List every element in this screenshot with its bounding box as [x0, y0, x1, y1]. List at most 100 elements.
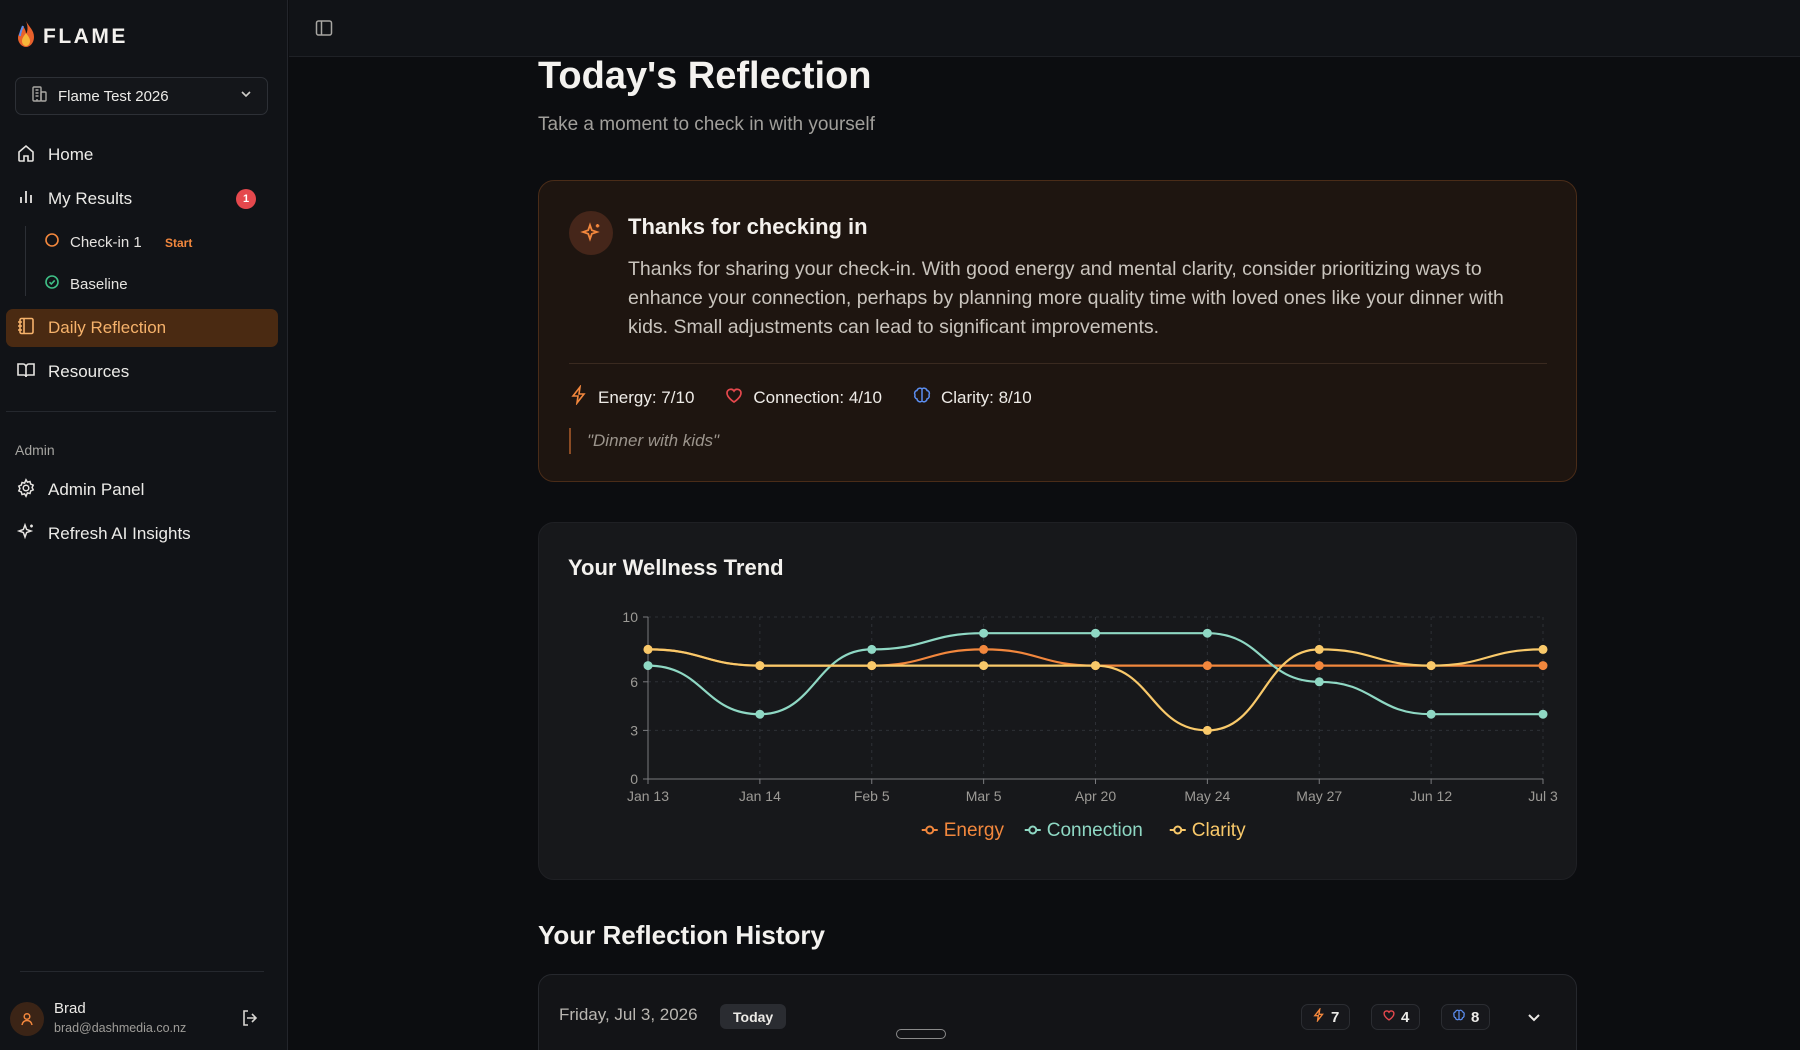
avatar[interactable] — [10, 1002, 44, 1036]
legend-label: Clarity — [1192, 820, 1246, 841]
sidebar-item-label: Daily Reflection — [48, 318, 167, 337]
history-title: Your Reflection History — [538, 920, 826, 950]
connection-metric: Connection: 4/10 — [724, 385, 882, 410]
sidebar-item-daily-reflection[interactable]: Daily Reflection — [6, 309, 278, 347]
building-icon — [30, 85, 48, 107]
data-point-connection — [1538, 709, 1548, 719]
bar-chart-icon — [16, 187, 36, 212]
legend-marker — [1028, 825, 1038, 835]
brain-icon — [912, 385, 932, 410]
insight-title: Thanks for checking in — [628, 214, 868, 239]
brain-icon — [1452, 1008, 1466, 1026]
clarity-chip-value: 8 — [1471, 1008, 1480, 1026]
connection-chip: 4 — [1371, 1004, 1421, 1030]
sidebar-item-resources[interactable]: Resources — [6, 353, 278, 391]
sidebar-item-admin-panel[interactable]: Admin Panel — [6, 471, 278, 509]
logout-icon[interactable] — [240, 1008, 260, 1033]
user-profile: Brad brad@dashmedia.co.nz — [10, 998, 280, 1042]
energy-value: Energy: 7/10 — [598, 387, 695, 407]
energy-metric: Energy: 7/10 — [569, 384, 695, 410]
user-name: Brad — [54, 1000, 86, 1017]
data-point-clarity — [755, 661, 765, 671]
insight-card: Thanks for checking in Thanks for sharin… — [538, 180, 1577, 482]
circle-icon — [44, 232, 60, 252]
energy-chip-value: 7 — [1331, 1008, 1340, 1026]
data-point-energy — [1314, 661, 1324, 671]
sidebar-item-label: Refresh AI Insights — [48, 524, 191, 543]
scroll-handle[interactable] — [896, 1029, 946, 1039]
legend-marker — [925, 825, 935, 835]
sidebar-divider — [6, 411, 276, 412]
data-point-clarity — [1426, 661, 1436, 671]
legend-label: Energy — [944, 820, 1005, 841]
sidebar-item-home[interactable]: Home — [6, 136, 278, 174]
user-email: brad@dashmedia.co.nz — [54, 1021, 187, 1035]
connection-chip-value: 4 — [1401, 1008, 1410, 1026]
data-point-clarity — [1538, 644, 1548, 654]
data-point-clarity — [643, 644, 653, 654]
data-point-connection — [755, 709, 765, 719]
clarity-value: Clarity: 8/10 — [940, 387, 1032, 407]
insight-body: Thanks for sharing your check-in. With g… — [628, 258, 1504, 338]
wellness-trend-card: Your Wellness Trend 0 3 6 10 Jan 13 Jan 14 Feb… — [538, 522, 1577, 880]
top-bar — [289, 0, 1800, 57]
data-point-connection — [1426, 709, 1436, 719]
gear-icon — [16, 477, 36, 503]
sidebar-item-my-results[interactable]: My Results 1 — [6, 180, 278, 218]
data-point-clarity — [979, 661, 989, 671]
sidebar-item-label: My Results — [48, 189, 133, 208]
history-date: Friday, Jul 3, 2026 — [559, 1005, 698, 1024]
heart-icon — [724, 385, 744, 410]
data-point-energy — [979, 644, 989, 654]
y-tick-label: 6 — [630, 674, 638, 690]
x-tick-label: May 27 — [1296, 788, 1342, 804]
page-subtitle: Take a moment to check in with yourself — [538, 114, 875, 135]
legend-marker — [1173, 825, 1183, 835]
x-tick-label: Jan 13 — [627, 788, 669, 804]
y-tick-label: 10 — [622, 609, 638, 625]
x-tick-label: Jul 3 — [1528, 788, 1558, 804]
clarity-chip: 8 — [1441, 1004, 1491, 1030]
check-circle-icon — [44, 274, 60, 294]
x-tick-label: Jun 12 — [1410, 788, 1452, 804]
flame-icon — [15, 20, 37, 53]
lightning-icon — [569, 384, 589, 410]
app-logo[interactable]: FLAME — [15, 20, 128, 53]
sidebar-item-refresh-ai-insights[interactable]: Refresh AI Insights — [6, 515, 278, 553]
data-point-connection — [1091, 628, 1100, 638]
clarity-metric: Clarity: 8/10 — [912, 385, 1032, 410]
sidebar-item-baseline[interactable]: Baseline — [44, 269, 244, 299]
sidebar-item-label: Admin Panel — [48, 480, 145, 499]
data-point-connection — [867, 644, 877, 654]
insight-divider — [569, 363, 1547, 364]
start-tag[interactable]: Start — [165, 236, 192, 250]
sparkles-icon — [569, 211, 613, 255]
sidebar-item-label: Baseline — [70, 275, 128, 293]
sidebar-item-label: Home — [48, 145, 94, 164]
org-select[interactable]: Flame Test 2026 — [15, 77, 268, 115]
legend-label: Connection — [1047, 820, 1143, 841]
chevron-down-icon — [239, 87, 253, 105]
today-badge: Today — [720, 1004, 787, 1029]
x-tick-label: Mar 5 — [966, 788, 1002, 804]
metrics-row: Energy: 7/10 Connection: 4/10 Clarity: 8… — [569, 384, 1032, 410]
energy-chip: 7 — [1301, 1004, 1351, 1030]
reflection-note: "Dinner with kids" — [569, 428, 719, 454]
x-tick-label: May 24 — [1184, 788, 1230, 804]
sidebar-toggle-icon[interactable] — [315, 19, 333, 42]
data-point-clarity — [1091, 661, 1100, 671]
sidebar-item-check-in-1[interactable]: Check-in 1 — [44, 227, 244, 257]
wellness-chart: 0 3 6 10 Jan 13 Jan 14 Feb 5 Mar 5 Apr 20 May 24 M… — [622, 609, 1558, 841]
org-select-label: Flame Test 2026 — [58, 87, 169, 105]
x-tick-label: Apr 20 — [1075, 788, 1116, 804]
history-row[interactable]: Friday, Jul 3, 2026 Today 7 4 8 — [538, 974, 1577, 1050]
home-icon — [16, 143, 36, 168]
chevron-down-icon[interactable] — [1525, 1008, 1543, 1031]
y-tick-label: 0 — [630, 771, 638, 787]
data-point-connection — [979, 628, 989, 638]
data-point-clarity — [1314, 644, 1324, 654]
sidebar-item-label: Check-in 1 — [70, 233, 142, 251]
data-point-connection — [1314, 677, 1324, 687]
data-point-connection — [643, 661, 653, 671]
notebook-icon — [16, 316, 36, 341]
